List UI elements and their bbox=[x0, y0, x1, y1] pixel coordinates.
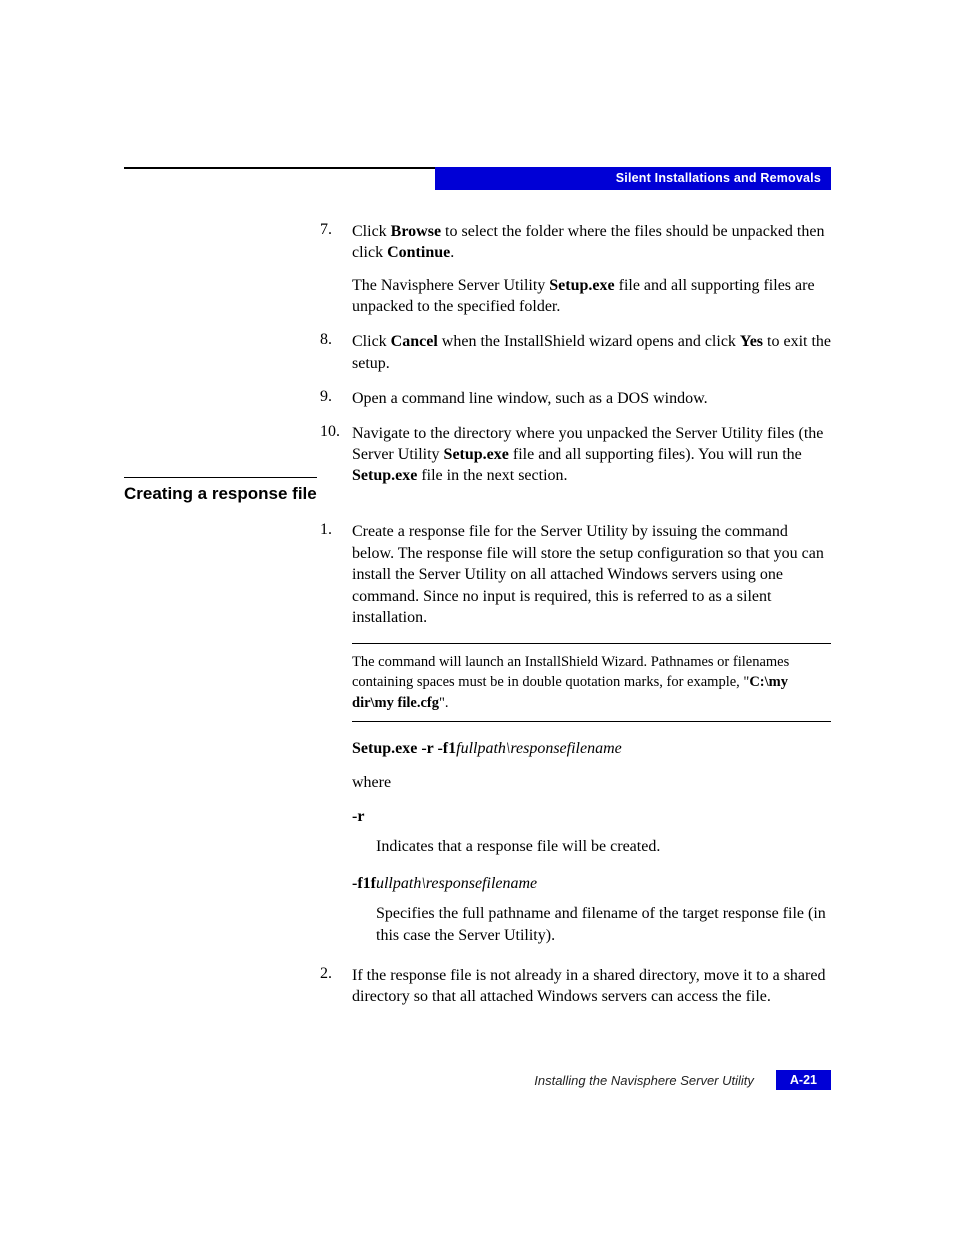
paragraph: Click Browse to select the folder where … bbox=[352, 221, 831, 263]
list-number: 9. bbox=[320, 388, 352, 409]
ordered-steps-b2: 2.If the response file is not already in… bbox=[320, 965, 831, 1008]
where-label: where bbox=[352, 774, 831, 792]
command-line: Setup.exe -r -f1fullpath\responsefilenam… bbox=[352, 740, 831, 758]
note-rule-bottom bbox=[352, 721, 831, 722]
body-column-upper: 7.Click Browse to select the folder wher… bbox=[320, 221, 831, 500]
definition-description: Indicates that a response file will be c… bbox=[376, 836, 831, 858]
paragraph: If the response file is not already in a… bbox=[352, 965, 831, 1008]
definition-list: -r Indicates that a response file will be… bbox=[320, 808, 831, 947]
note-box: The command will launch an InstallShield… bbox=[352, 643, 831, 722]
page-number-box: A-21 bbox=[776, 1070, 831, 1090]
paragraph: Click Cancel when the InstallShield wiza… bbox=[352, 331, 831, 373]
list-item: 9.Open a command line window, such as a … bbox=[320, 388, 831, 409]
page: Silent Installations and Removals 7.Clic… bbox=[0, 0, 954, 1235]
top-rule-left bbox=[124, 167, 435, 169]
paragraph: The Navisphere Server Utility Setup.exe … bbox=[352, 275, 831, 317]
list-item: 2.If the response file is not already in… bbox=[320, 965, 831, 1008]
definition-term: -r bbox=[352, 808, 831, 826]
list-number: 1. bbox=[320, 521, 352, 629]
list-body: Click Cancel when the InstallShield wiza… bbox=[352, 331, 831, 373]
note-text: The command will launch an InstallShield… bbox=[352, 644, 831, 721]
section-heading-block: Creating a response file bbox=[124, 477, 831, 504]
body-column-lower: 1.Create a response file for the Server … bbox=[320, 521, 831, 1022]
definition-description: Specifies the full pathname and filename… bbox=[376, 903, 831, 946]
section-rule bbox=[124, 477, 317, 478]
list-body: Open a command line window, such as a DO… bbox=[352, 388, 831, 409]
list-item: 7.Click Browse to select the folder wher… bbox=[320, 221, 831, 317]
section-heading: Creating a response file bbox=[124, 484, 831, 504]
paragraph: Open a command line window, such as a DO… bbox=[352, 388, 831, 409]
list-body: If the response file is not already in a… bbox=[352, 965, 831, 1008]
list-item: 8.Click Cancel when the InstallShield wi… bbox=[320, 331, 831, 373]
list-number: 7. bbox=[320, 221, 352, 317]
header-section-label: Silent Installations and Removals bbox=[435, 167, 831, 185]
definition-term: -f1fullpath\responsefilename bbox=[352, 875, 831, 893]
page-footer: Installing the Navisphere Server Utility… bbox=[124, 1070, 831, 1090]
footer-title: Installing the Navisphere Server Utility bbox=[534, 1073, 754, 1088]
list-item: 1.Create a response file for the Server … bbox=[320, 521, 831, 629]
paragraph: Create a response file for the Server Ut… bbox=[352, 521, 831, 629]
list-body: Create a response file for the Server Ut… bbox=[352, 521, 831, 629]
list-body: Click Browse to select the folder where … bbox=[352, 221, 831, 317]
header-bar: Silent Installations and Removals bbox=[435, 167, 831, 190]
ordered-steps-upper: 7.Click Browse to select the folder wher… bbox=[320, 221, 831, 486]
list-number: 2. bbox=[320, 965, 352, 1008]
ordered-steps-b1: 1.Create a response file for the Server … bbox=[320, 521, 831, 629]
list-number: 8. bbox=[320, 331, 352, 373]
